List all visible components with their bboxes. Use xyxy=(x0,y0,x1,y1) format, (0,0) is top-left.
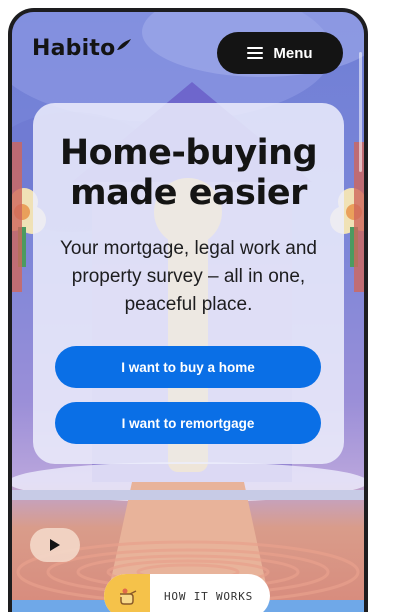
pointing-hand-icon xyxy=(104,574,150,612)
site-header: Habito Menu xyxy=(12,12,364,92)
video-play-button[interactable] xyxy=(30,528,80,562)
headline-line-1: Home-buying xyxy=(59,133,318,173)
habito-logo[interactable]: Habito xyxy=(32,36,115,61)
play-icon xyxy=(50,539,60,551)
how-it-works-label: HOW IT WORKS xyxy=(164,589,254,603)
menu-label: Menu xyxy=(273,44,313,62)
page-title: Home-buying made easier xyxy=(33,133,344,213)
hamburger-icon xyxy=(247,47,264,59)
phone-frame: Habito Menu Home-buying made easier Your… xyxy=(8,8,368,612)
how-it-works-button[interactable]: HOW IT WORKS xyxy=(104,574,270,612)
buy-home-button[interactable]: I want to buy a home xyxy=(55,346,321,388)
hero-card: Home-buying made easier Your mortgage, l… xyxy=(33,103,344,464)
remortgage-button[interactable]: I want to remortgage xyxy=(55,402,321,444)
headline-line-2: made easier xyxy=(70,173,307,213)
hero-subheadline: Your mortgage, legal work and property s… xyxy=(59,238,317,315)
menu-button[interactable]: Menu xyxy=(217,32,343,74)
logo-leaf-icon xyxy=(117,39,131,50)
